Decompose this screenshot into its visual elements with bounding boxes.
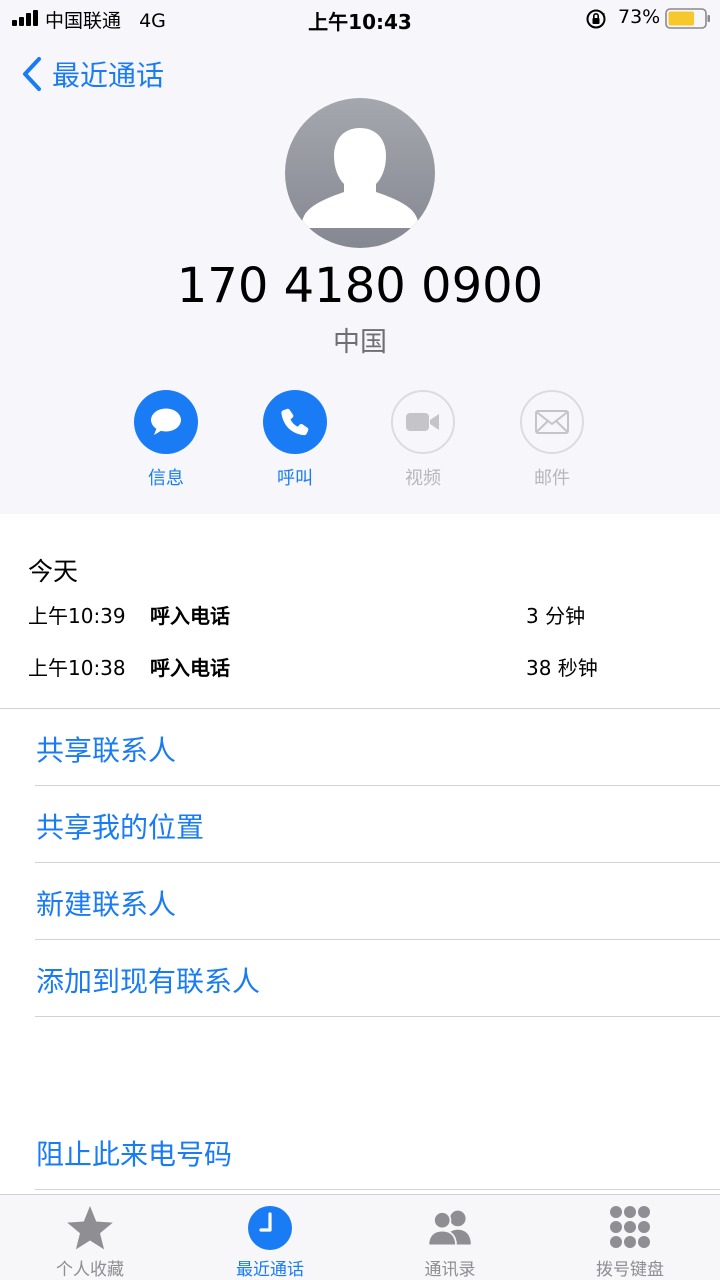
keypad-icon — [610, 1206, 650, 1248]
call-label: 呼叫 — [277, 468, 313, 489]
row-divider — [35, 862, 720, 863]
mail-icon — [535, 410, 569, 434]
mail-action: 邮件 — [502, 390, 602, 490]
star-icon — [67, 1206, 113, 1250]
phone-number: 170 4180 0900 — [176, 258, 544, 314]
message-label: 信息 — [148, 468, 184, 489]
back-button[interactable]: 最近通话 — [20, 54, 164, 94]
video-button — [391, 390, 455, 454]
back-label: 最近通话 — [52, 59, 165, 92]
section-divider — [0, 708, 720, 709]
clock-icon — [248, 1206, 292, 1250]
share-location-button[interactable]: 共享我的位置 — [36, 806, 204, 846]
tab-favorites-label: 个人收藏 — [56, 1260, 124, 1280]
person-silhouette-icon — [285, 98, 435, 248]
mail-button — [520, 390, 584, 454]
contact-header: 最近通话 170 4180 0900 中国 信息 呼叫 视频 邮件 — [0, 38, 720, 514]
call-time: 上午10:38 — [28, 656, 126, 680]
tab-keypad[interactable]: 拨号键盘 — [540, 1195, 720, 1280]
message-icon — [151, 408, 181, 435]
block-caller-button[interactable]: 阻止此来电号码 — [36, 1133, 232, 1173]
phone-icon — [281, 408, 309, 436]
row-divider — [35, 1189, 720, 1190]
phone-region: 中国 — [333, 327, 387, 358]
contacts-icon — [427, 1210, 471, 1247]
call-kind: 呼入电话 — [150, 604, 230, 628]
message-action[interactable]: 信息 — [116, 390, 216, 490]
call-time: 上午10:39 — [28, 604, 126, 628]
tab-recents-label: 最近通话 — [236, 1260, 304, 1280]
tab-keypad-label: 拨号键盘 — [596, 1260, 664, 1280]
avatar — [285, 98, 435, 248]
call-duration: 3 分钟 — [526, 604, 586, 628]
share-contact-button[interactable]: 共享联系人 — [36, 729, 176, 769]
video-action: 视频 — [373, 390, 473, 490]
row-divider — [35, 939, 720, 940]
chevron-left-icon — [23, 57, 41, 91]
call-button[interactable] — [263, 390, 327, 454]
tab-favorites[interactable]: 个人收藏 — [0, 1195, 180, 1280]
call-history-row: 上午10:38 呼入电话 38 秒钟 — [0, 652, 720, 682]
orientation-lock-icon — [586, 9, 606, 29]
battery-percent: 73% — [618, 6, 661, 28]
calls-section-title: 今天 — [28, 557, 79, 586]
mail-label: 邮件 — [534, 468, 570, 489]
call-kind: 呼入电话 — [150, 656, 230, 680]
call-duration: 38 秒钟 — [526, 656, 598, 680]
call-action[interactable]: 呼叫 — [245, 390, 345, 490]
tab-contacts-label: 通讯录 — [424, 1260, 476, 1280]
status-bar: 中国联通 4G 上午10:43 73% — [0, 0, 720, 38]
clock: 上午10:43 — [308, 10, 412, 34]
add-to-existing-contact-button[interactable]: 添加到现有联系人 — [36, 960, 260, 1000]
tab-bar: 个人收藏 最近通话 通讯录 拨号键盘 — [0, 1194, 720, 1280]
video-label: 视频 — [405, 468, 441, 489]
tab-recents[interactable]: 最近通话 — [180, 1195, 360, 1280]
row-divider — [35, 1016, 720, 1017]
message-button[interactable] — [134, 390, 198, 454]
tab-contacts[interactable]: 通讯录 — [360, 1195, 540, 1280]
video-icon — [406, 413, 439, 431]
battery-icon — [665, 8, 710, 29]
row-divider — [35, 785, 720, 786]
call-history-row: 上午10:39 呼入电话 3 分钟 — [0, 600, 720, 630]
new-contact-button[interactable]: 新建联系人 — [36, 883, 176, 923]
